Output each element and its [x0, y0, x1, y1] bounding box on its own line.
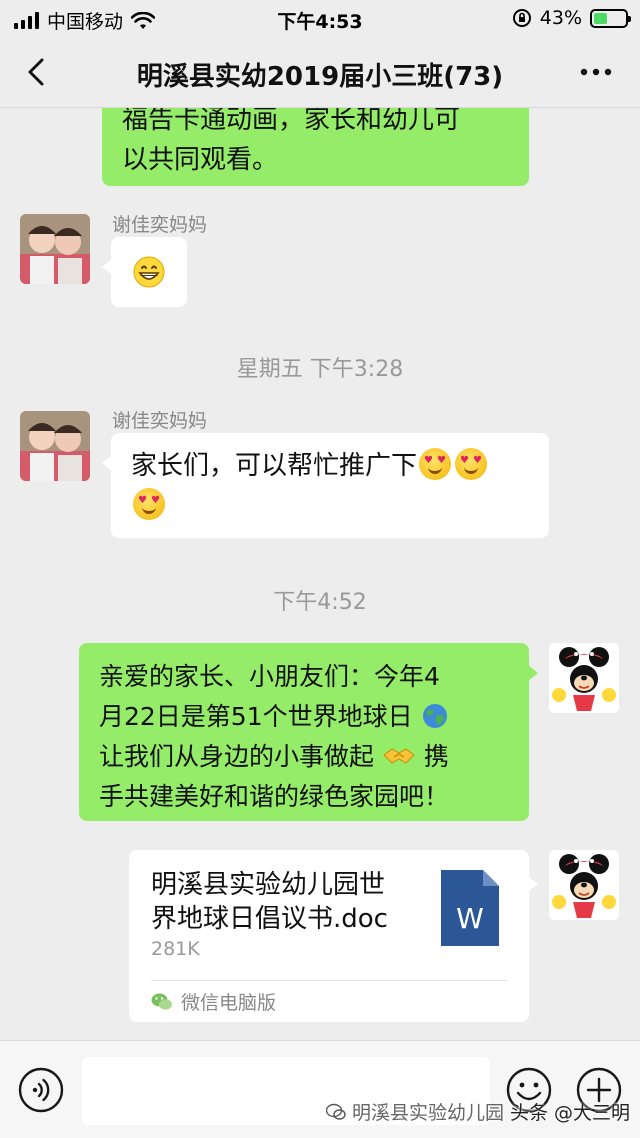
wechat-channel-icon: [325, 1103, 346, 1120]
sender-name: 谢佳奕妈妈: [112, 214, 208, 236]
grinning-face-icon: [133, 256, 165, 288]
wifi-icon: [131, 11, 156, 29]
signal-icon: [14, 12, 39, 29]
file-source-label: 微信电脑版: [181, 992, 277, 1014]
chat-area[interactable]: 福告卡通动画，家长和幼儿可 以共同观看。 谢佳奕妈妈 星期五 下午3:28 谢佳…: [0, 108, 640, 1040]
orientation-lock-icon: [512, 9, 531, 27]
chevron-left-icon[interactable]: [22, 56, 54, 88]
watermark-behind: 明溪县实验幼儿园: [351, 1102, 504, 1124]
timestamp: 星期五 下午3:28: [236, 357, 404, 382]
voice-icon[interactable]: [18, 1067, 64, 1113]
word-doc-icon: W: [441, 870, 499, 946]
file-icon-letter: W: [456, 902, 484, 935]
message-bubble[interactable]: 家长们，可以帮忙推广下 ♥ ♥ ♥ ♥ ♥ ♥: [102, 433, 549, 538]
watermark: 明溪县实验幼儿园 头条 @大三明: [325, 1098, 630, 1125]
message-text: 家长们，可以帮忙推广下: [131, 451, 418, 481]
status-right: 43%: [512, 7, 631, 29]
heart-eyes-icon: ♥ ♥: [419, 448, 452, 480]
watermark-text: 头条 @大三明: [509, 1102, 630, 1124]
file-source: 微信电脑版: [151, 988, 276, 1015]
file-name: 明溪县实验幼儿园世 界地球日倡议书.doc: [151, 868, 421, 936]
nav-bar: 明溪县实幼2019届小三班(73): [0, 36, 640, 108]
file-size: 281K: [151, 938, 200, 960]
timestamp: 下午4:52: [273, 590, 367, 615]
file-name-line: 界地球日倡议书.doc: [151, 904, 388, 934]
avatar[interactable]: [20, 411, 90, 481]
message-bubble[interactable]: [102, 237, 187, 307]
file-message-card[interactable]: 明溪县实验幼儿园世 界地球日倡议书.doc 281K W 微信电脑版: [129, 850, 538, 1022]
globe-icon: [422, 704, 447, 728]
status-left: 中国移动: [14, 7, 156, 34]
message-text: 让我们从身边的小事做起: [99, 742, 375, 771]
avatar-self[interactable]: [549, 850, 619, 920]
status-bar: 中国移动 下午4:53 43%: [0, 0, 640, 36]
more-dots-icon[interactable]: [578, 60, 614, 84]
message-text: 亲爱的家长、小朋友们：今年4: [99, 662, 440, 691]
message-text-line: 让我们从身边的小事做起 携: [99, 737, 509, 777]
message-bubble[interactable]: 亲爱的家长、小朋友们：今年4 月22日是第51个世界地球日 让我们从身边的小事做…: [79, 643, 538, 821]
file-name-line: 明溪县实验幼儿园世: [151, 870, 386, 900]
message-text: 携: [423, 742, 449, 771]
message-text: 月22日是第51个世界地球日: [99, 702, 413, 731]
divider: [151, 980, 507, 981]
wechat-icon: [151, 993, 172, 1010]
avatar-self[interactable]: [549, 643, 619, 713]
battery-icon: [590, 8, 631, 28]
sender-name: 谢佳奕妈妈: [112, 410, 208, 432]
message-bubble-partial[interactable]: 福告卡通动画，家长和幼儿可 以共同观看。: [102, 108, 529, 186]
message-text: 手共建美好和谐的绿色家园吧！: [99, 782, 450, 811]
battery-fill: [594, 12, 607, 24]
battery-percent: 43%: [539, 7, 582, 29]
heart-eyes-icon: ♥ ♥: [455, 448, 488, 480]
message-text: 福告卡通动画，家长和幼儿可: [122, 108, 461, 135]
heart-eyes-icon: ♥ ♥: [133, 488, 165, 520]
message-text-line: 月22日是第51个世界地球日: [99, 697, 509, 737]
carrier-label: 中国移动: [47, 11, 124, 33]
avatar[interactable]: [20, 214, 90, 284]
message-text: 以共同观看。: [122, 145, 279, 175]
handshake-icon: [383, 748, 415, 764]
chat-title: 明溪县实幼2019届小三班(73): [136, 62, 504, 92]
